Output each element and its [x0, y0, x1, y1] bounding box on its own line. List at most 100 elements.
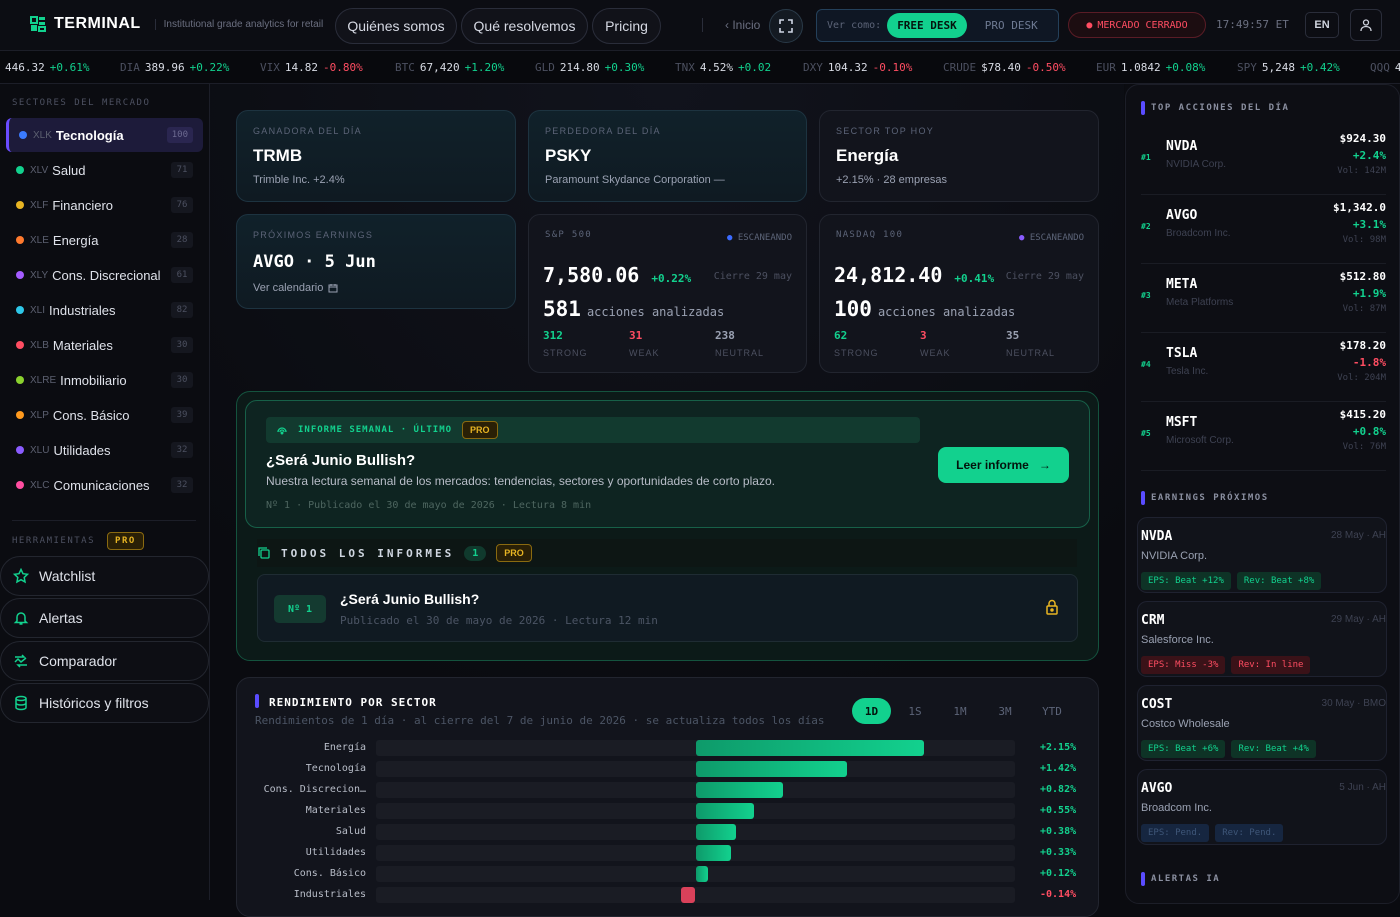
stock-row[interactable]: #5 MSFT Microsoft Corp. $415.20 +0.8% Vol: 76… [1141, 403, 1386, 471]
nav-que-resolvemos[interactable]: Qué resolvemos [461, 8, 588, 44]
sector-item[interactable]: XLV Salud 71 [6, 153, 203, 187]
stock-ticker: TSLA [1166, 346, 1198, 361]
gainer-label: GANADORA DEL DÍA [253, 126, 362, 136]
perf-bar [695, 824, 736, 840]
brand-tagline: Institutional grade analytics for retail [154, 18, 323, 30]
earnings-tags: EPS: Beat +12% Rev: Beat +8% [1141, 572, 1322, 590]
nasdaq-weak: 3 [920, 329, 927, 342]
sector-item[interactable]: XLU Utilidades 32 [6, 433, 203, 467]
sector-item[interactable]: XLRE Inmobiliario 30 [6, 363, 203, 397]
compare-icon [14, 654, 27, 668]
sidebar-divider [12, 520, 196, 521]
loser-card[interactable]: PERDEDORA DEL DÍA PSKY Paramount Skydanc… [528, 110, 807, 202]
tool-alertas[interactable]: Alertas [0, 598, 209, 638]
pro-badge: PRO [107, 532, 144, 550]
stock-row[interactable]: #2 AVGO Broadcom Inc. $1,342.0 +3.1% Vol: 98M [1141, 196, 1386, 264]
period-tab[interactable]: YTD [1032, 698, 1072, 724]
earnings-card[interactable]: PRÓXIMOS EARNINGS AVGO · 5 Jun Ver calen… [236, 214, 516, 309]
sector-performance-panel: RENDIMIENTO POR SECTOR Rendimientos de 1… [236, 677, 1099, 917]
report-title: ¿Será Junio Bullish? [266, 452, 416, 469]
nasdaq-count: 100 acciones analizadas [834, 297, 1015, 321]
perf-label: Cons. Discrecion… [263, 784, 366, 795]
stock-row[interactable]: #4 TSLA Tesla Inc. $178.20 -1.8% Vol: 204M [1141, 334, 1386, 402]
sector-name: Financiero [52, 197, 114, 213]
report-list-item[interactable]: Nº 1 ¿Será Junio Bullish? Publicado el 3… [257, 574, 1078, 642]
sector-item[interactable]: XLP Cons. Básico 39 [6, 398, 203, 432]
earnings-card[interactable]: COST 30 May · BMO Costco Wholesale EPS: Bea… [1137, 685, 1387, 761]
lock-icon [1046, 599, 1058, 615]
earnings-ticker: AVGO [1141, 781, 1173, 796]
report-number-badge: Nº 1 [274, 595, 326, 623]
nav-quienes-somos[interactable]: Quiénes somos [335, 8, 457, 44]
stock-volume: Vol: 142M [1337, 166, 1386, 176]
perf-label: Cons. Básico [293, 868, 366, 879]
stock-rank: #1 [1141, 153, 1151, 162]
scan-dot-icon: ● [726, 233, 738, 243]
sp500-neutral: 238 [715, 329, 735, 342]
pro-desk-option[interactable]: PRO DESK [973, 13, 1050, 38]
perf-label: Energía [323, 742, 366, 753]
home-link[interactable]: ‹ Inicio [702, 18, 760, 32]
period-tab[interactable]: 1S [897, 698, 933, 724]
language-button[interactable]: EN [1305, 12, 1339, 38]
period-tab[interactable]: 1D [852, 698, 891, 724]
user-button[interactable] [1350, 9, 1382, 41]
earnings-card[interactable]: AVGO 5 Jun · AH Broadcom Inc. EPS: Pend. Rev… [1137, 769, 1387, 845]
nasdaq-card[interactable]: NASDAQ 100 ● ESCANEANDO 24,812.40 +0.41%… [819, 214, 1099, 373]
top-sector-card[interactable]: SECTOR TOP HOY Energía +2.15% · 28 empre… [819, 110, 1099, 202]
period-tab[interactable]: 3M [987, 698, 1023, 724]
sector-ticker: XLP [30, 409, 49, 421]
ticker-change: +0.02 [738, 61, 772, 74]
ticker-symbol: BTC [395, 61, 415, 74]
calendar-link[interactable]: Ver calendario [253, 282, 338, 294]
sp500-card[interactable]: S&P 500 ● ESCANEANDO 7,580.06 +0.22% Cie… [528, 214, 807, 373]
perf-track [376, 866, 1015, 882]
sector-count: 71 [171, 162, 193, 178]
right-card: TOP ACCIONES DEL DÍA #1 NVDA NVIDIA Corp. $… [1125, 84, 1400, 904]
ticker-symbol: SPY [1237, 61, 1257, 74]
period-tab[interactable]: 1M [942, 698, 978, 724]
weekly-report-panel: INFORME SEMANAL · ÚLTIMO PRO ¿Será Junio… [236, 391, 1099, 661]
sector-item[interactable]: XLC Comunicaciones 32 [6, 468, 203, 502]
perf-value: +0.38% [1040, 826, 1077, 837]
stock-row[interactable]: #1 NVDA NVIDIA Corp. $924.30 +2.4% Vol: 142M [1141, 127, 1386, 195]
sector-name: Industriales [49, 302, 116, 318]
perf-bar [695, 845, 731, 861]
sector-item[interactable]: XLE Energía 28 [6, 223, 203, 257]
all-reports-title: TODOS LOS INFORMES [281, 546, 455, 560]
tool-watchlist[interactable]: Watchlist [0, 556, 209, 596]
sector-dot-icon [16, 481, 24, 489]
section-accent [1141, 872, 1145, 886]
sp500-scan: ● ESCANEANDO [727, 233, 792, 243]
sector-item[interactable]: XLK Tecnología 100 [6, 118, 203, 152]
tools-heading-label: HERRAMIENTAS [12, 536, 96, 546]
top-sector-name: Energía [836, 146, 899, 165]
all-reports-header: TODOS LOS INFORMES 1 PRO [257, 539, 1077, 567]
sp500-strong: 312 [543, 329, 563, 342]
report-meta: Nº 1 · Publicado el 30 de mayo de 2026 ·… [266, 500, 592, 511]
earnings-card[interactable]: NVDA 28 May · AH NVIDIA Corp. EPS: Beat +12… [1137, 517, 1387, 593]
sector-dot-icon [19, 131, 27, 139]
tool-historicos[interactable]: Históricos y filtros [0, 683, 209, 723]
user-icon [1360, 19, 1372, 32]
tool-comparador[interactable]: Comparador [0, 641, 209, 681]
expand-button[interactable] [769, 9, 803, 43]
sector-item[interactable]: XLY Cons. Discrecional 61 [6, 258, 203, 292]
pro-badge: PRO [496, 544, 532, 562]
free-desk-option[interactable]: FREE DESK [887, 13, 967, 38]
nasdaq-close: Cierre 29 may [1005, 271, 1084, 282]
sector-item[interactable]: XLF Financiero 76 [6, 188, 203, 222]
read-report-button[interactable]: Leer informe → [938, 447, 1069, 483]
sector-item[interactable]: XLB Materiales 30 [6, 328, 203, 362]
nav-pricing[interactable]: Pricing [592, 8, 661, 44]
sector-ticker: XLC [30, 479, 50, 491]
gainer-card[interactable]: GANADORA DEL DÍA TRMB Trimble Inc. +2.4% [236, 110, 516, 202]
sector-item[interactable]: XLI Industriales 82 [6, 293, 203, 327]
ticker-change: -0.50% [1025, 61, 1066, 74]
clock: 17:49:57 ET [1216, 18, 1289, 31]
stock-row[interactable]: #3 META Meta Platforms $512.80 +1.9% Vol: 87M [1141, 265, 1386, 333]
earnings-card[interactable]: CRM 29 May · AH Salesforce Inc. EPS: Miss -… [1137, 601, 1387, 677]
sp500-value: 7,580.06 +0.22% [543, 263, 691, 287]
perf-value: +0.82% [1040, 784, 1077, 795]
brand[interactable]: TERMINAL Institutional grade analytics f… [30, 15, 323, 33]
